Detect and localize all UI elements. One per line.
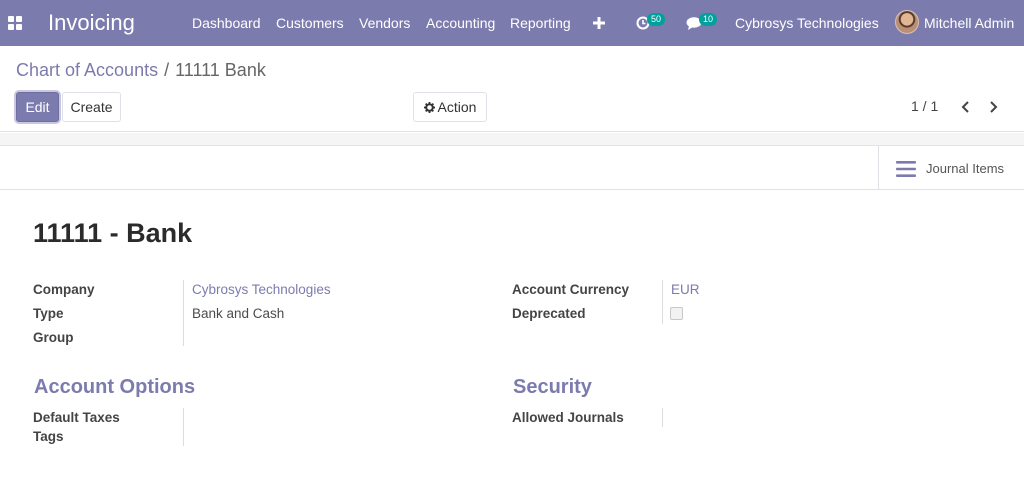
default-taxes-label: Default Taxes	[33, 410, 120, 425]
breadcrumb-separator: /	[164, 60, 170, 80]
smart-button-box: Journal Items	[0, 146, 1024, 190]
options-divider	[183, 408, 184, 446]
create-button[interactable]: Create	[62, 92, 121, 122]
message-count-badge: 10	[699, 13, 718, 26]
menu-customers[interactable]: Customers	[276, 0, 344, 46]
menu-vendors[interactable]: Vendors	[359, 0, 410, 46]
gear-icon	[423, 102, 435, 113]
field-divider-left	[183, 280, 184, 346]
activity-button[interactable]: 50	[636, 0, 670, 46]
journal-items-label: Journal Items	[926, 161, 1005, 176]
security-divider	[662, 408, 663, 427]
plus-icon[interactable]	[592, 0, 608, 46]
pager-next-button[interactable]	[984, 97, 1002, 117]
journal-items-button[interactable]: Journal Items	[878, 146, 1024, 189]
type-field[interactable]: Bank and Cash	[192, 306, 284, 321]
apps-grid-icon[interactable]	[8, 0, 24, 46]
pager-value[interactable]: 1 / 1	[911, 98, 938, 114]
group-label: Group	[33, 330, 74, 345]
account-options-heading: Account Options	[34, 376, 196, 398]
breadcrumb: Chart of Accounts /11111 Bank	[16, 60, 266, 81]
company-label: Company	[33, 282, 95, 297]
company-field[interactable]: Cybrosys Technologies	[192, 282, 331, 297]
chevron-left-icon	[961, 101, 969, 113]
menu-dashboard[interactable]: Dashboard	[192, 0, 261, 46]
field-divider-right	[662, 280, 663, 324]
control-panel: Chart of Accounts /11111 Bank Edit Create…	[0, 46, 1024, 132]
security-heading: Security	[513, 376, 592, 398]
account-title: 11111 - Bank	[33, 218, 193, 248]
top-navbar: Invoicing Dashboard Customers Vendors Ac…	[0, 0, 1024, 46]
app-title[interactable]: Invoicing	[48, 0, 135, 46]
sheet-background	[0, 133, 1024, 146]
action-button[interactable]: Action	[413, 92, 487, 122]
activity-count-badge: 50	[647, 13, 666, 26]
breadcrumb-current: 11111 Bank	[175, 60, 266, 80]
messages-button[interactable]: 10	[686, 0, 720, 46]
action-button-label: Action	[437, 99, 477, 115]
company-switcher[interactable]: Cybrosys Technologies	[735, 0, 879, 46]
list-icon	[896, 161, 916, 177]
type-label: Type	[33, 306, 64, 321]
allowed-journals-label: Allowed Journals	[512, 410, 624, 425]
pager-previous-button[interactable]	[957, 97, 975, 117]
tags-label: Tags	[33, 429, 64, 444]
account-currency-label: Account Currency	[512, 282, 630, 297]
user-name: Mitchell Admin	[924, 15, 1015, 31]
chevron-right-icon	[990, 101, 998, 113]
deprecated-label: Deprecated	[512, 306, 586, 321]
deprecated-checkbox[interactable]	[670, 307, 683, 320]
menu-accounting[interactable]: Accounting	[426, 0, 495, 46]
user-avatar	[895, 10, 919, 34]
menu-reporting[interactable]: Reporting	[510, 0, 571, 46]
edit-button[interactable]: Edit	[16, 92, 59, 122]
breadcrumb-chart-of-accounts[interactable]: Chart of Accounts	[16, 60, 158, 80]
account-currency-field[interactable]: EUR	[671, 282, 700, 297]
